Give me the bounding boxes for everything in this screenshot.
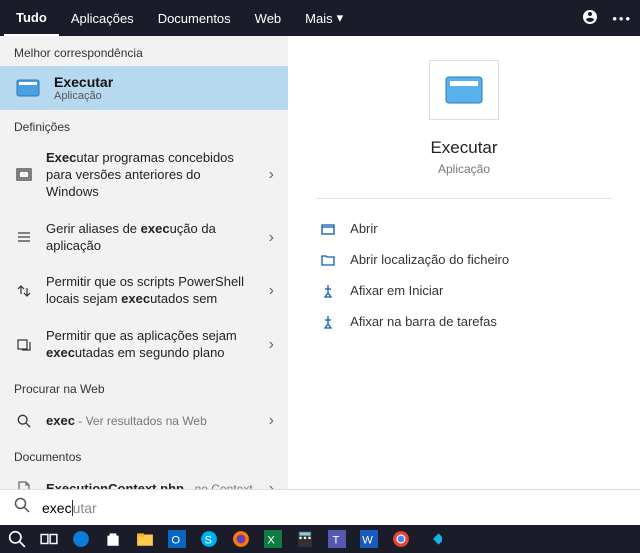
kodi-icon[interactable] — [422, 528, 444, 550]
chevron-down-icon: ▾ — [337, 10, 344, 26]
pin-icon — [320, 315, 336, 329]
section-documents: Documentos — [0, 440, 288, 470]
svg-text:T: T — [333, 535, 340, 547]
skype-icon[interactable]: S — [198, 528, 220, 550]
taskbar: O S X T W — [0, 525, 640, 553]
excel-icon[interactable]: X — [262, 528, 284, 550]
action-open-location[interactable]: Abrir localização do ficheiro — [316, 244, 612, 275]
tab-all[interactable]: Tudo — [4, 1, 59, 36]
svg-text:S: S — [205, 535, 213, 547]
word-icon[interactable]: W — [358, 528, 380, 550]
chevron-right-icon: › — [269, 166, 274, 184]
settings-row[interactable]: Gerir aliases de execução da aplicação › — [0, 211, 288, 265]
search-icon — [14, 414, 34, 428]
alias-icon — [14, 230, 34, 246]
document-row[interactable]: ExecutionContext.php - no Context › — [0, 470, 288, 489]
best-match-title: Executar — [54, 74, 113, 90]
svg-text:O: O — [171, 535, 180, 547]
run-app-icon — [444, 75, 484, 105]
search-tabs: Tudo Aplicações Documentos Web Mais ▾ ••… — [0, 0, 640, 36]
settings-row[interactable]: Permitir que as aplicações sejam executa… — [0, 318, 288, 372]
tab-docs[interactable]: Documentos — [146, 2, 243, 35]
tab-more[interactable]: Mais ▾ — [293, 1, 355, 35]
outlook-icon[interactable]: O — [166, 528, 188, 550]
search-input[interactable]: executar — [42, 500, 626, 516]
chevron-right-icon: › — [269, 229, 274, 247]
search-icon — [14, 497, 30, 518]
teams-icon[interactable]: T — [326, 528, 348, 550]
feedback-icon[interactable] — [582, 9, 598, 28]
compat-icon — [14, 167, 34, 183]
action-open[interactable]: Abrir — [316, 213, 612, 244]
section-best-match: Melhor correspondência — [0, 36, 288, 66]
search-box[interactable]: executar — [0, 489, 640, 525]
svg-text:X: X — [267, 535, 275, 547]
best-match-subtitle: Aplicação — [54, 90, 113, 102]
run-app-icon — [14, 78, 42, 98]
folder-icon — [320, 253, 336, 267]
svg-text:W: W — [362, 535, 373, 547]
file-icon — [14, 481, 34, 489]
tab-web[interactable]: Web — [243, 2, 294, 35]
best-match-item[interactable]: Executar Aplicação — [0, 66, 288, 110]
chrome-icon[interactable] — [390, 528, 412, 550]
chevron-right-icon: › — [269, 412, 274, 430]
more-options-icon[interactable]: ••• — [612, 11, 632, 26]
chevron-right-icon: › — [269, 480, 274, 489]
open-icon — [320, 222, 336, 236]
chevron-right-icon: › — [269, 336, 274, 354]
action-pin-taskbar[interactable]: Afixar na barra de tarefas — [316, 306, 612, 337]
search-button[interactable] — [6, 528, 28, 550]
calculator-icon[interactable] — [294, 528, 316, 550]
explorer-icon[interactable] — [134, 528, 156, 550]
section-definitions: Definições — [0, 110, 288, 140]
results-list: Melhor correspondência Executar Aplicaçã… — [0, 36, 288, 489]
tab-apps[interactable]: Aplicações — [59, 2, 146, 35]
detail-kind: Aplicação — [438, 162, 490, 176]
background-apps-icon — [14, 337, 34, 353]
firefox-icon[interactable] — [230, 528, 252, 550]
action-pin-start[interactable]: Afixar em Iniciar — [316, 275, 612, 306]
settings-row[interactable]: Permitir que os scripts PowerShell locai… — [0, 264, 288, 318]
divider — [316, 198, 612, 199]
pin-icon — [320, 284, 336, 298]
detail-pane: Executar Aplicação Abrir Abrir localizaç… — [288, 36, 640, 489]
app-tile[interactable] — [429, 60, 499, 120]
powershell-icon — [14, 283, 34, 299]
detail-title: Executar — [430, 138, 497, 158]
settings-row[interactable]: Executar programas concebidos para versõ… — [0, 140, 288, 211]
task-view-button[interactable] — [38, 528, 60, 550]
chevron-right-icon: › — [269, 282, 274, 300]
store-icon[interactable] — [102, 528, 124, 550]
edge-icon[interactable] — [70, 528, 92, 550]
web-search-row[interactable]: exec - Ver resultados na Web › — [0, 402, 288, 440]
section-search-web: Procurar na Web — [0, 372, 288, 402]
